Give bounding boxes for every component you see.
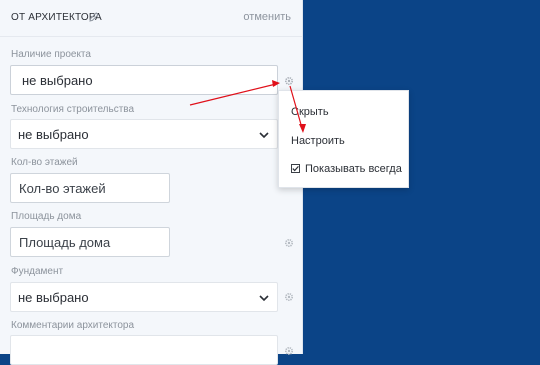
gear-icon[interactable] xyxy=(284,76,294,86)
chevron-down-icon xyxy=(259,295,269,302)
field-context-menu: Скрыть Настроить Показывать всегда xyxy=(278,90,409,188)
menu-item-always-show[interactable]: Показывать всегда xyxy=(305,163,402,175)
foundation-label: Фундамент xyxy=(11,266,64,277)
technology-value: не выбрано xyxy=(18,127,89,142)
project-label: Наличие проекта xyxy=(11,49,91,60)
project-value: не выбрано xyxy=(22,73,93,88)
gear-icon[interactable] xyxy=(284,238,294,248)
technology-label: Технология строительства xyxy=(11,104,135,115)
menu-item-hide[interactable]: Скрыть xyxy=(291,106,329,118)
gear-icon[interactable] xyxy=(284,292,294,302)
area-label: Площадь дома xyxy=(11,211,82,222)
gear-icon[interactable] xyxy=(284,346,294,356)
pencil-icon[interactable] xyxy=(88,11,100,23)
floors-label: Кол-во этажей xyxy=(11,157,78,168)
floors-input[interactable] xyxy=(10,173,170,203)
always-show-checkbox[interactable] xyxy=(291,164,300,173)
foundation-value: не выбрано xyxy=(18,290,89,305)
comments-label: Комментарии архитектора xyxy=(11,320,135,331)
foundation-select[interactable]: не выбрано xyxy=(10,282,278,312)
area-input[interactable] xyxy=(10,227,170,257)
form-panel: ОТ АРХИТЕКТОРА отменить Наличие проекта … xyxy=(0,0,303,365)
menu-item-configure[interactable]: Настроить xyxy=(291,135,345,147)
cancel-link[interactable]: отменить xyxy=(243,11,291,23)
checkmark-icon xyxy=(292,165,299,172)
technology-select[interactable]: не выбрано xyxy=(10,119,278,149)
section-header: ОТ АРХИТЕКТОРА отменить xyxy=(0,0,302,37)
chevron-down-icon xyxy=(259,132,269,139)
comments-textarea[interactable] xyxy=(10,335,278,365)
project-select[interactable]: не выбрано xyxy=(10,65,278,95)
